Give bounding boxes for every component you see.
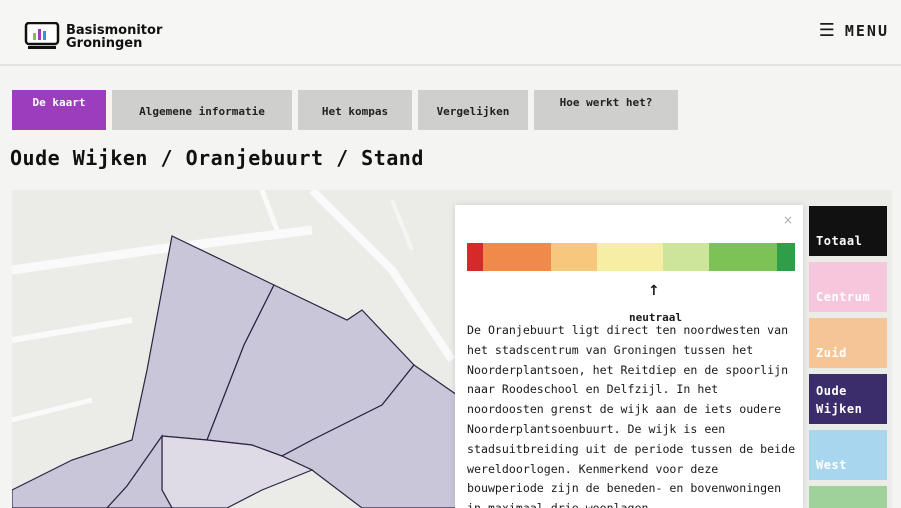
tab-vergelijken[interactable]: Vergelijken [418, 90, 528, 130]
region-west[interactable]: West [809, 430, 887, 480]
score-marker-label: neutraal [628, 311, 683, 324]
logo-line-2: Groningen [66, 36, 143, 51]
region-centrum[interactable]: Centrum [809, 262, 887, 312]
tab-hoe-werkt-het[interactable]: Hoe werkt het? [534, 90, 678, 130]
close-icon[interactable]: × [783, 213, 793, 227]
tab-de-kaart[interactable]: De kaart [12, 90, 106, 130]
tab-algemene-informatie[interactable]: Algemene informatie [112, 90, 292, 130]
logo[interactable]: Basismonitor Groningen [24, 21, 162, 52]
region-oude-wijken[interactable]: Oude Wijken [809, 374, 887, 424]
neighbourhood-description: De Oranjebuurt ligt direct ten noordwest… [467, 323, 796, 508]
score-arrow-icon: ↑ [648, 283, 660, 299]
scale-segment [467, 243, 483, 271]
region-totaal[interactable]: Totaal [809, 206, 887, 256]
tab-het-kompas[interactable]: Het kompas [298, 90, 412, 130]
score-scale [467, 243, 795, 271]
scale-segment [777, 243, 795, 271]
scale-segment [597, 243, 663, 271]
scale-segment [663, 243, 709, 271]
hamburger-icon: ☰ [818, 20, 835, 41]
monitor-icon [24, 21, 60, 52]
region-zuid[interactable]: Zuid [809, 318, 887, 368]
scale-segment [551, 243, 597, 271]
info-popup: × ↑ neutraal De Oranjebuurt ligt direct … [455, 205, 803, 508]
scale-segment [709, 243, 777, 271]
region-next[interactable] [809, 486, 887, 508]
scale-segment [483, 243, 551, 271]
menu-label: MENU [844, 21, 889, 40]
menu-button[interactable]: ☰ MENU [819, 20, 889, 41]
page-title: Oude Wijken / Oranjebuurt / Stand [10, 146, 424, 170]
site-header: Basismonitor Groningen ☰ MENU [0, 0, 901, 66]
